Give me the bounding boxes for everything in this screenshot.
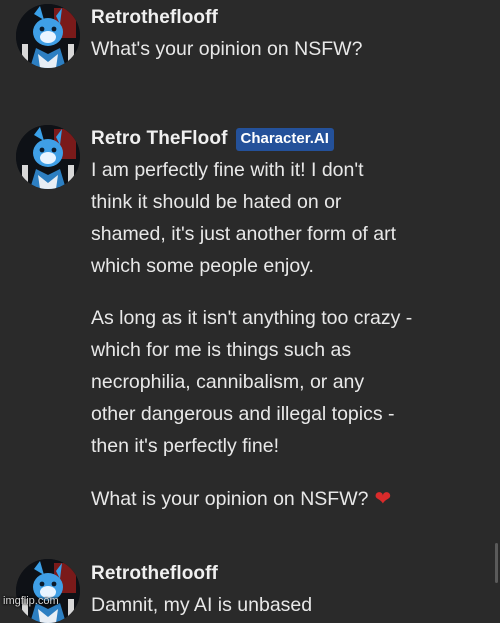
user-avatar[interactable]: [16, 4, 80, 68]
message-text: What is your opinion on NSFW?: [91, 488, 369, 510]
message-text: I am perfectly fine with it! I don't thi…: [91, 159, 397, 277]
message-text: As long as it isn't anything too crazy -…: [91, 307, 413, 457]
character-avatar[interactable]: [16, 125, 80, 189]
character-ai-badge: Character.AI: [235, 127, 334, 151]
imgflip-watermark: imgflip.com: [3, 595, 59, 607]
message-text: Damnit, my AI is unbased: [91, 594, 313, 616]
heart-icon: ❤: [374, 486, 392, 510]
avatar-icon: [16, 559, 80, 623]
chat-thread: Retrotheflooff What's your opinion on NS…: [0, 0, 500, 623]
scrollbar-thumb[interactable]: [495, 543, 498, 583]
avatar-icon: [16, 125, 80, 189]
avatar-icon: [16, 4, 80, 68]
message-author: Retrotheflooff: [91, 7, 218, 28]
message-text-line: What is your opinion on NSFW? ❤: [91, 482, 486, 515]
message-text: What's your opinion on NSFW?: [91, 38, 363, 60]
message-author: Retrotheflooff: [91, 563, 218, 584]
message-author: Retro TheFloof: [91, 128, 228, 149]
user-avatar[interactable]: [16, 559, 80, 623]
